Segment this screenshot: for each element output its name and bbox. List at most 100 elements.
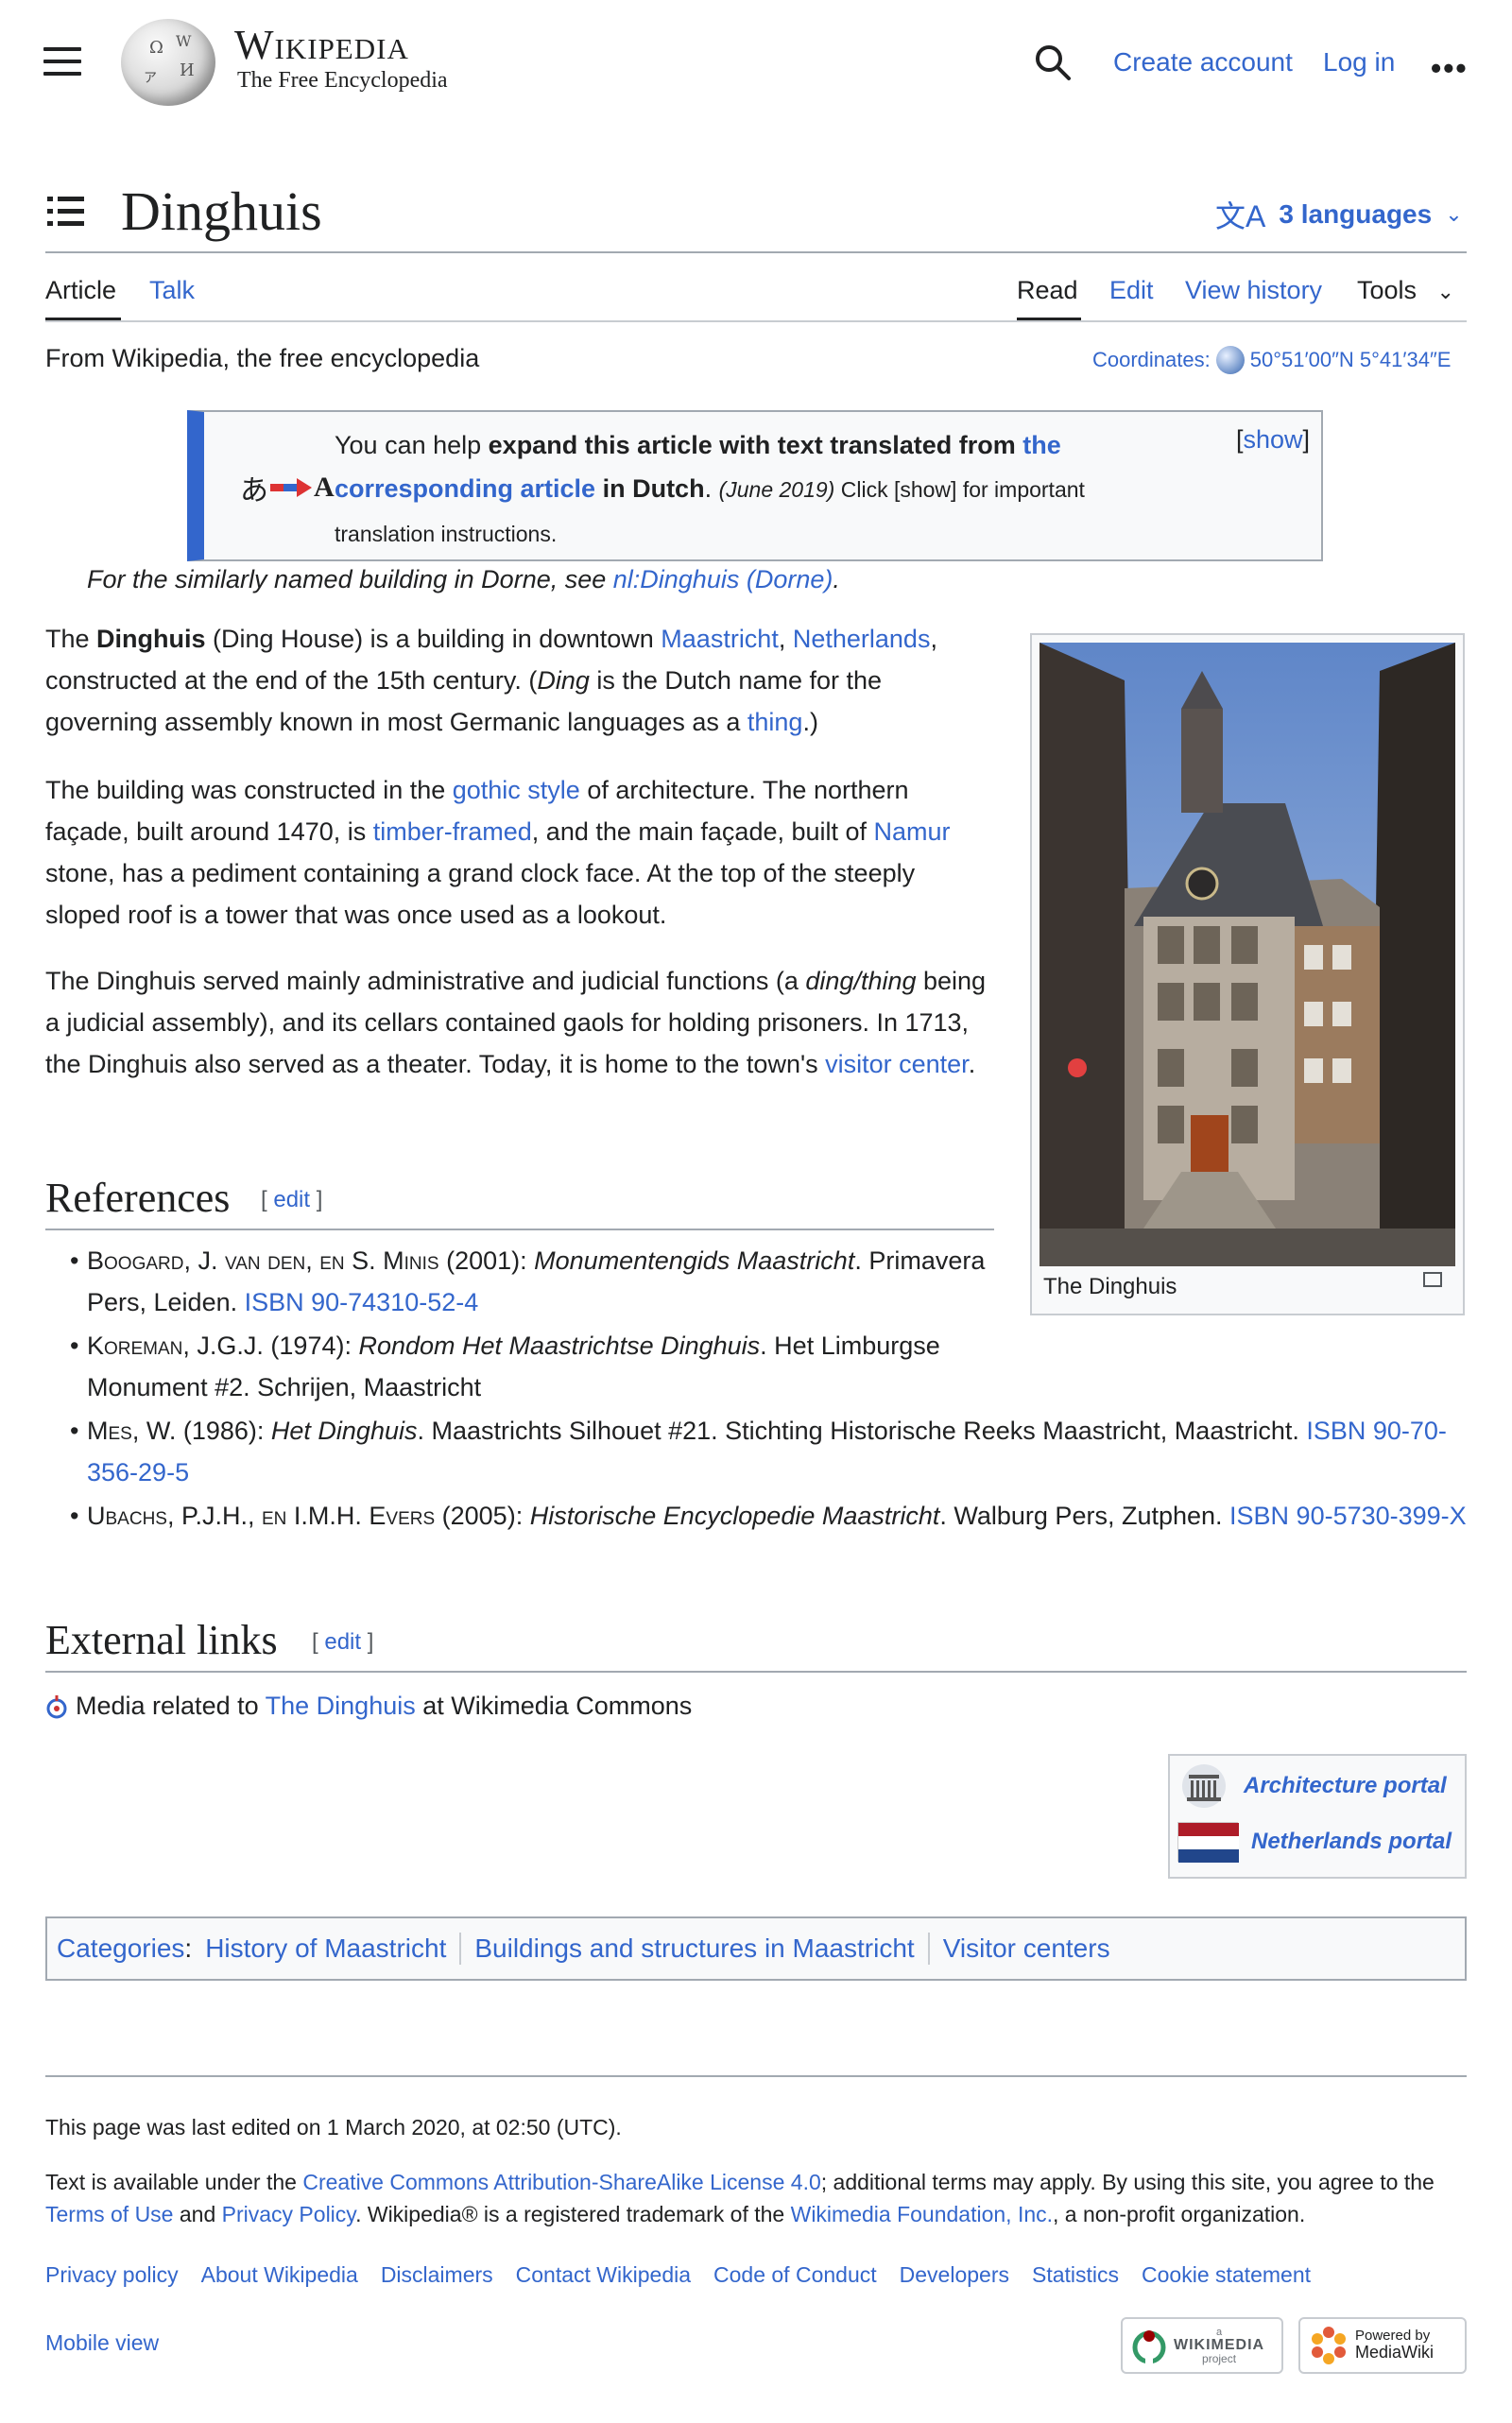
architecture-portal-link[interactable]: Architecture portal — [1244, 1773, 1447, 1799]
footer-link-contact[interactable]: Contact Wikipedia — [516, 2262, 691, 2288]
footer-link-privacy[interactable]: Privacy policy — [45, 2262, 179, 2288]
main-menu-button[interactable] — [43, 47, 81, 77]
last-edited: This page was last edited on 1 March 202… — [45, 2115, 622, 2139]
footer-link-cookies[interactable]: Cookie statement — [1142, 2262, 1311, 2288]
footer-link-disclaimers[interactable]: Disclaimers — [381, 2262, 493, 2288]
table-of-contents-icon[interactable] — [47, 195, 85, 229]
license-link[interactable]: Creative Commons Attribution-ShareAlike … — [302, 2170, 820, 2194]
categories-box: Categories: History of Maastricht Buildi… — [45, 1916, 1467, 1981]
mediawiki-flower-icon — [1308, 2325, 1349, 2366]
tab-view-history[interactable]: View history — [1185, 276, 1322, 305]
create-account-link[interactable]: Create account — [1113, 47, 1293, 77]
language-count: 3 languages — [1279, 199, 1433, 229]
portal-box: Architecture portal Netherlands portal — [1168, 1754, 1467, 1879]
log-in-link[interactable]: Log in — [1323, 47, 1395, 77]
title-divider — [45, 251, 1467, 253]
page-title: Dinghuis — [121, 180, 322, 242]
commons-link-row: Media related to The Dinghuis at Wikimed… — [45, 1692, 692, 1721]
columns-icon — [1177, 1763, 1230, 1809]
category-link[interactable]: History of Maastricht — [205, 1933, 446, 1964]
category-link[interactable]: Visitor centers — [943, 1933, 1110, 1964]
link-timber-framed[interactable]: timber-framed — [373, 817, 532, 846]
menu-icon — [43, 47, 81, 51]
list-item: Ubachs, P.J.H., en I.M.H. Evers (2005): … — [45, 1495, 1467, 1537]
wikipedia-globe-logo[interactable]: ΩW Иア — [121, 19, 215, 106]
mediawiki-badge[interactable]: Powered by MediaWiki — [1298, 2317, 1467, 2374]
category-separator — [459, 1933, 462, 1965]
search-icon[interactable] — [1034, 43, 1072, 81]
link-gothic-style[interactable]: gothic style — [453, 776, 580, 804]
list-item: Koreman, J.G.J. (1974): Rondom Het Maast… — [45, 1325, 1000, 1408]
mobile-view-link[interactable]: Mobile view — [45, 2330, 159, 2356]
globe-icon[interactable] — [1215, 346, 1245, 374]
footer-link-developers[interactable]: Developers — [900, 2262, 1009, 2288]
paragraph-architecture: The building was constructed in the goth… — [45, 776, 951, 929]
coordinates-value[interactable]: 50°51′00″N 5°41′34″E — [1250, 348, 1452, 372]
tab-edit[interactable]: Edit — [1109, 276, 1154, 305]
wikimedia-logo-icon — [1130, 2327, 1168, 2364]
category-separator — [927, 1933, 930, 1965]
notice-date: (June 2019) — [718, 477, 835, 502]
translate-icon: 文A — [1215, 199, 1266, 233]
commons-text-b: at Wikimedia Commons — [415, 1692, 693, 1720]
hatnote-link[interactable]: nl:Dinghuis (Dorne) — [613, 565, 833, 593]
tab-talk[interactable]: Talk — [149, 276, 195, 305]
isbn-link[interactable]: ISBN 90-74310-52-4 — [245, 1288, 479, 1316]
notice-text-3: in Dutch — [595, 474, 705, 503]
mediawiki-badge-top: Powered by — [1355, 2327, 1431, 2344]
references-heading: References — [45, 1175, 231, 1221]
coordinates-label[interactable]: Coordinates: — [1092, 348, 1211, 372]
notice-text-2: expand this article with text translated… — [488, 431, 1023, 459]
references-edit[interactable]: [ edit ] — [261, 1187, 322, 1213]
show-link[interactable]: show — [1244, 425, 1303, 454]
hatnote-end: . — [833, 565, 840, 593]
link-netherlands[interactable]: Netherlands — [793, 625, 931, 653]
hatnote-text: For the similarly named building in Dorn… — [87, 565, 613, 593]
wikimedia-badge-sub: project — [1202, 2351, 1237, 2365]
link-visitor-center[interactable]: visitor center — [825, 1050, 969, 1078]
tools-label: Tools — [1357, 276, 1418, 304]
category-link[interactable]: Buildings and structures in Maastricht — [474, 1933, 914, 1964]
external-links-edit-link[interactable]: edit — [324, 1629, 361, 1655]
privacy-link[interactable]: Privacy Policy — [222, 2202, 355, 2226]
chevron-down-icon: ⌄ — [1436, 280, 1454, 303]
portal-netherlands[interactable]: Netherlands portal — [1177, 1822, 1452, 1863]
more-options-icon[interactable]: ••• — [1431, 51, 1469, 86]
link-maastricht[interactable]: Maastricht — [661, 625, 779, 653]
categories-label-link[interactable]: Categories — [57, 1933, 184, 1964]
tab-article[interactable]: Article — [45, 276, 116, 305]
netherlands-flag-icon — [1177, 1822, 1239, 1863]
footer-link-about[interactable]: About Wikipedia — [201, 2262, 358, 2288]
isbn-link[interactable]: ISBN 90-5730-399-X — [1229, 1502, 1467, 1530]
commons-link[interactable]: The Dinghuis — [266, 1692, 416, 1720]
wmf-link[interactable]: Wikimedia Foundation, Inc. — [791, 2202, 1053, 2226]
language-selector[interactable]: 文A 3 languages ⌄ — [1215, 193, 1463, 236]
link-thing[interactable]: thing — [747, 708, 803, 736]
mediawiki-badge-name: MediaWiki — [1355, 2343, 1435, 2363]
wikimedia-project-badge[interactable]: a WIKIMEDIA project — [1121, 2317, 1283, 2374]
bold-term: Dinghuis — [96, 625, 206, 653]
translation-notice-text: You can help expand this article with te… — [335, 423, 1147, 556]
external-links-heading: External links — [45, 1617, 278, 1663]
site-subtitle: From Wikipedia, the free encyclopedia — [45, 344, 480, 372]
tools-dropdown[interactable]: Tools ⌄ — [1357, 276, 1454, 305]
portal-architecture[interactable]: Architecture portal — [1177, 1763, 1447, 1809]
terms-link[interactable]: Terms of Use — [45, 2202, 173, 2226]
references-edit-link[interactable]: edit — [273, 1187, 310, 1212]
hiragana-glyph: あ — [240, 475, 268, 507]
footer-link-statistics[interactable]: Statistics — [1032, 2262, 1119, 2288]
netherlands-portal-link[interactable]: Netherlands portal — [1251, 1829, 1452, 1855]
coordinates: Coordinates: 50°51′00″N 5°41′34″E — [1092, 346, 1451, 374]
list-item: Mes, W. (1986): Het Dinghuis. Maastricht… — [45, 1410, 1467, 1493]
infobox-image-frame: The Dinghuis — [1030, 633, 1465, 1315]
tab-read[interactable]: Read — [1017, 276, 1078, 305]
footer-link-conduct[interactable]: Code of Conduct — [713, 2262, 877, 2288]
translate-notice-icon: あ A — [240, 467, 335, 508]
dinghuis-photo[interactable] — [1040, 643, 1455, 1266]
tabs-divider — [45, 320, 1467, 322]
show-toggle[interactable]: [show] — [1236, 425, 1310, 455]
wikipedia-wordmark[interactable]: Wikipedia — [234, 21, 409, 69]
chevron-down-icon: ⌄ — [1445, 202, 1463, 226]
external-links-edit[interactable]: [ edit ] — [312, 1629, 373, 1656]
link-namur[interactable]: Namur — [874, 817, 951, 846]
